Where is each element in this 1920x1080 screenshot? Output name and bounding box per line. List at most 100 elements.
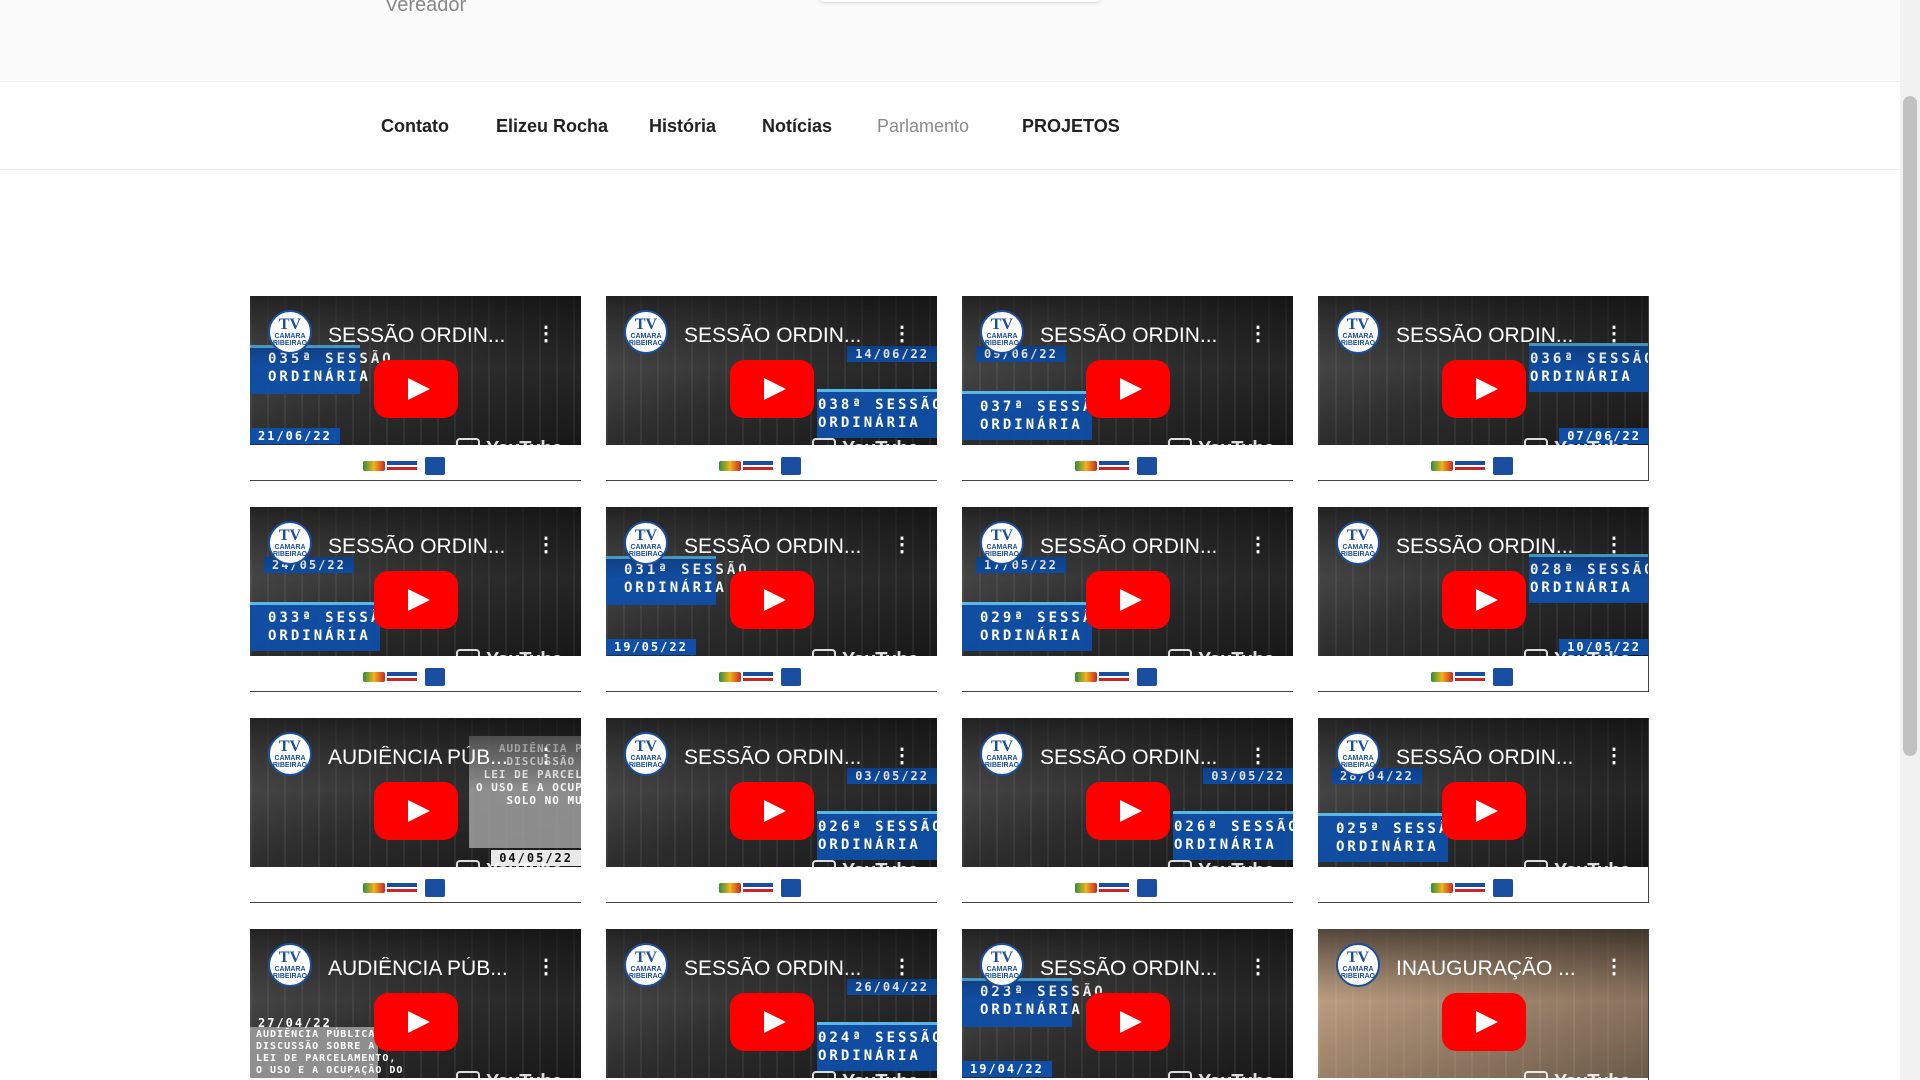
play-button[interactable] bbox=[1086, 993, 1170, 1051]
nav-item-contato[interactable]: Contato bbox=[381, 116, 449, 137]
video-card[interactable]: 037ª SESSÃO ORDINÁRIA09/06/22TVCAMARA RI… bbox=[962, 296, 1293, 481]
play-button[interactable] bbox=[1086, 782, 1170, 840]
play-button[interactable] bbox=[374, 993, 458, 1051]
more-options-icon[interactable]: ⋮ bbox=[536, 746, 556, 766]
video-thumbnail[interactable]: 025ª SESSÃO ORDINÁRIA28/04/22TVCAMARA RI… bbox=[1318, 718, 1649, 867]
video-title[interactable]: SESSÃO ORDIN... bbox=[1040, 535, 1246, 559]
channel-avatar[interactable]: TV CAMARA RIBEIRAO bbox=[624, 310, 668, 354]
video-card[interactable]: AUDIÊNCIA PÚBLICA- DISCUSSÃO SOBRE A LEI… bbox=[250, 929, 581, 1080]
channel-avatar[interactable]: TV CAMARA RIBEIRAO bbox=[624, 943, 668, 987]
video-card[interactable]: 038ª SESSÃO ORDINÁRIA14/06/22TVCAMARA RI… bbox=[606, 296, 937, 481]
video-thumbnail[interactable]: 023ª SESSÃO ORDINÁRIA19/04/22TVCAMARA RI… bbox=[962, 929, 1293, 1078]
video-title[interactable]: SESSÃO ORDIN... bbox=[684, 324, 890, 348]
channel-avatar[interactable]: TV CAMARA RIBEIRAO bbox=[980, 943, 1024, 987]
youtube-watermark[interactable]: YouTube bbox=[456, 649, 563, 672]
channel-avatar[interactable]: TV CAMARA RIBEIRAO bbox=[268, 943, 312, 987]
more-options-icon[interactable]: ⋮ bbox=[536, 324, 556, 344]
more-options-icon[interactable]: ⋮ bbox=[1604, 746, 1624, 766]
more-options-icon[interactable]: ⋮ bbox=[1248, 957, 1268, 977]
youtube-watermark[interactable]: YouTube bbox=[812, 860, 919, 883]
channel-avatar[interactable]: TV CAMARA RIBEIRAO bbox=[1336, 732, 1380, 776]
play-button[interactable] bbox=[1086, 360, 1170, 418]
video-title[interactable]: SESSÃO ORDIN... bbox=[684, 535, 890, 559]
video-thumbnail[interactable]: AUDIÊNCIA PÚBLICA- DISCUSSÃO SOBRE A LEI… bbox=[250, 718, 581, 867]
more-options-icon[interactable]: ⋮ bbox=[892, 324, 912, 344]
youtube-watermark[interactable]: YouTube bbox=[1168, 1071, 1275, 1080]
nav-item-parlamento[interactable]: Parlamento bbox=[877, 116, 969, 137]
more-options-icon[interactable]: ⋮ bbox=[1248, 746, 1268, 766]
more-options-icon[interactable]: ⋮ bbox=[1604, 535, 1624, 555]
video-thumbnail[interactable]: 035ª SESSÃO ORDINÁRIA21/06/22TVCAMARA RI… bbox=[250, 296, 581, 445]
video-title[interactable]: SESSÃO ORDIN... bbox=[1040, 324, 1246, 348]
play-button[interactable] bbox=[730, 993, 814, 1051]
video-title[interactable]: SESSÃO ORDIN... bbox=[328, 535, 534, 559]
channel-avatar[interactable]: TV CAMARA RIBEIRAO bbox=[268, 521, 312, 565]
video-title[interactable]: AUDIÊNCIA PÚB... bbox=[328, 746, 534, 770]
more-options-icon[interactable]: ⋮ bbox=[536, 957, 556, 977]
video-card[interactable]: 023ª SESSÃO ORDINÁRIA19/04/22TVCAMARA RI… bbox=[962, 929, 1293, 1080]
channel-avatar[interactable]: TV CAMARA RIBEIRAO bbox=[980, 732, 1024, 776]
youtube-watermark[interactable]: YouTube bbox=[1524, 860, 1631, 883]
play-button[interactable] bbox=[1442, 360, 1526, 418]
youtube-watermark[interactable]: YouTube bbox=[1168, 860, 1275, 883]
scrollbar-thumb[interactable] bbox=[1903, 96, 1917, 756]
more-options-icon[interactable]: ⋮ bbox=[1604, 324, 1624, 344]
video-title[interactable]: SESSÃO ORDIN... bbox=[1040, 957, 1246, 981]
youtube-watermark[interactable]: YouTube bbox=[812, 1071, 919, 1080]
video-title[interactable]: SESSÃO ORDIN... bbox=[328, 324, 534, 348]
video-card[interactable]: 025ª SESSÃO ORDINÁRIA28/04/22TVCAMARA RI… bbox=[1318, 718, 1649, 903]
video-card[interactable]: 029ª SESSÃO ORDINÁRIA17/05/22TVCAMARA RI… bbox=[962, 507, 1293, 692]
video-card[interactable]: 035ª SESSÃO ORDINÁRIA21/06/22TVCAMARA RI… bbox=[250, 296, 581, 481]
video-thumbnail[interactable]: 029ª SESSÃO ORDINÁRIA17/05/22TVCAMARA RI… bbox=[962, 507, 1293, 656]
channel-avatar[interactable]: TV CAMARA RIBEIRAO bbox=[1336, 943, 1380, 987]
video-title[interactable]: SESSÃO ORDIN... bbox=[1396, 746, 1602, 770]
play-button[interactable] bbox=[374, 782, 458, 840]
video-card[interactable]: 036ª SESSÃO ORDINÁRIA07/06/22TVCAMARA RI… bbox=[1318, 296, 1649, 481]
page-scrollbar[interactable] bbox=[1900, 0, 1920, 1080]
more-options-icon[interactable]: ⋮ bbox=[1604, 957, 1624, 977]
play-button[interactable] bbox=[730, 782, 814, 840]
video-title[interactable]: INAUGURAÇÃO ... bbox=[1396, 957, 1602, 981]
video-thumbnail[interactable]: 033ª SESSÃO ORDINÁRIA24/05/22TVCAMARA RI… bbox=[250, 507, 581, 656]
play-button[interactable] bbox=[374, 571, 458, 629]
youtube-watermark[interactable]: YouTube bbox=[1524, 1071, 1631, 1080]
video-card[interactable]: 024ª SESSÃO ORDINÁRIA26/04/22TVCAMARA RI… bbox=[606, 929, 937, 1080]
nav-item-historia[interactable]: História bbox=[649, 116, 716, 137]
play-button[interactable] bbox=[1442, 571, 1526, 629]
video-title[interactable]: SESSÃO ORDIN... bbox=[684, 957, 890, 981]
youtube-watermark[interactable]: YouTube bbox=[456, 438, 563, 461]
video-thumbnail[interactable]: 038ª SESSÃO ORDINÁRIA14/06/22TVCAMARA RI… bbox=[606, 296, 937, 445]
play-button[interactable] bbox=[730, 360, 814, 418]
youtube-watermark[interactable]: YouTube bbox=[456, 1071, 563, 1080]
video-title[interactable]: SESSÃO ORDIN... bbox=[1396, 535, 1602, 559]
channel-avatar[interactable]: TV CAMARA RIBEIRAO bbox=[980, 521, 1024, 565]
youtube-watermark[interactable]: YouTube bbox=[812, 438, 919, 461]
video-thumbnail[interactable]: AUDIÊNCIA PÚBLICA- DISCUSSÃO SOBRE A LEI… bbox=[250, 929, 581, 1078]
play-button[interactable] bbox=[1442, 782, 1526, 840]
play-button[interactable] bbox=[1442, 993, 1526, 1051]
video-title[interactable]: SESSÃO ORDIN... bbox=[1396, 324, 1602, 348]
youtube-watermark[interactable]: YouTube bbox=[456, 860, 563, 883]
channel-avatar[interactable]: TV CAMARA RIBEIRAO bbox=[624, 732, 668, 776]
video-card[interactable]: TVCAMARA RIBEIRAO INAUGURAÇÃO ...⋮ YouTube bbox=[1318, 929, 1649, 1080]
youtube-watermark[interactable]: YouTube bbox=[1168, 438, 1275, 461]
more-options-icon[interactable]: ⋮ bbox=[892, 957, 912, 977]
play-button[interactable] bbox=[1086, 571, 1170, 629]
channel-avatar[interactable]: TV CAMARA RIBEIRAO bbox=[980, 310, 1024, 354]
channel-avatar[interactable]: TV CAMARA RIBEIRAO bbox=[624, 521, 668, 565]
youtube-watermark[interactable]: YouTube bbox=[1524, 438, 1631, 461]
video-thumbnail[interactable]: 026ª SESSÃO ORDINÁRIA03/05/22TVCAMARA RI… bbox=[606, 718, 937, 867]
video-title[interactable]: SESSÃO ORDIN... bbox=[1040, 746, 1246, 770]
youtube-watermark[interactable]: YouTube bbox=[1524, 649, 1631, 672]
video-card[interactable]: 033ª SESSÃO ORDINÁRIA24/05/22TVCAMARA RI… bbox=[250, 507, 581, 692]
more-options-icon[interactable]: ⋮ bbox=[536, 535, 556, 555]
video-thumbnail[interactable]: 026ª SESSÃO ORDINÁRIA03/05/22TVCAMARA RI… bbox=[962, 718, 1293, 867]
video-title[interactable]: SESSÃO ORDIN... bbox=[684, 746, 890, 770]
video-card[interactable]: 026ª SESSÃO ORDINÁRIA03/05/22TVCAMARA RI… bbox=[606, 718, 937, 903]
video-card[interactable]: 031ª SESSÃO ORDINÁRIA19/05/22TVCAMARA RI… bbox=[606, 507, 937, 692]
youtube-watermark[interactable]: YouTube bbox=[1168, 649, 1275, 672]
video-thumbnail[interactable]: 031ª SESSÃO ORDINÁRIA19/05/22TVCAMARA RI… bbox=[606, 507, 937, 656]
video-thumbnail[interactable]: TV CAMARA RIBEIRAO INAUGURAÇÃO ... ⋮ bbox=[1318, 929, 1649, 1078]
header-search-box[interactable] bbox=[820, 0, 1100, 2]
nav-item-projetos[interactable]: PROJETOS bbox=[1022, 116, 1120, 137]
